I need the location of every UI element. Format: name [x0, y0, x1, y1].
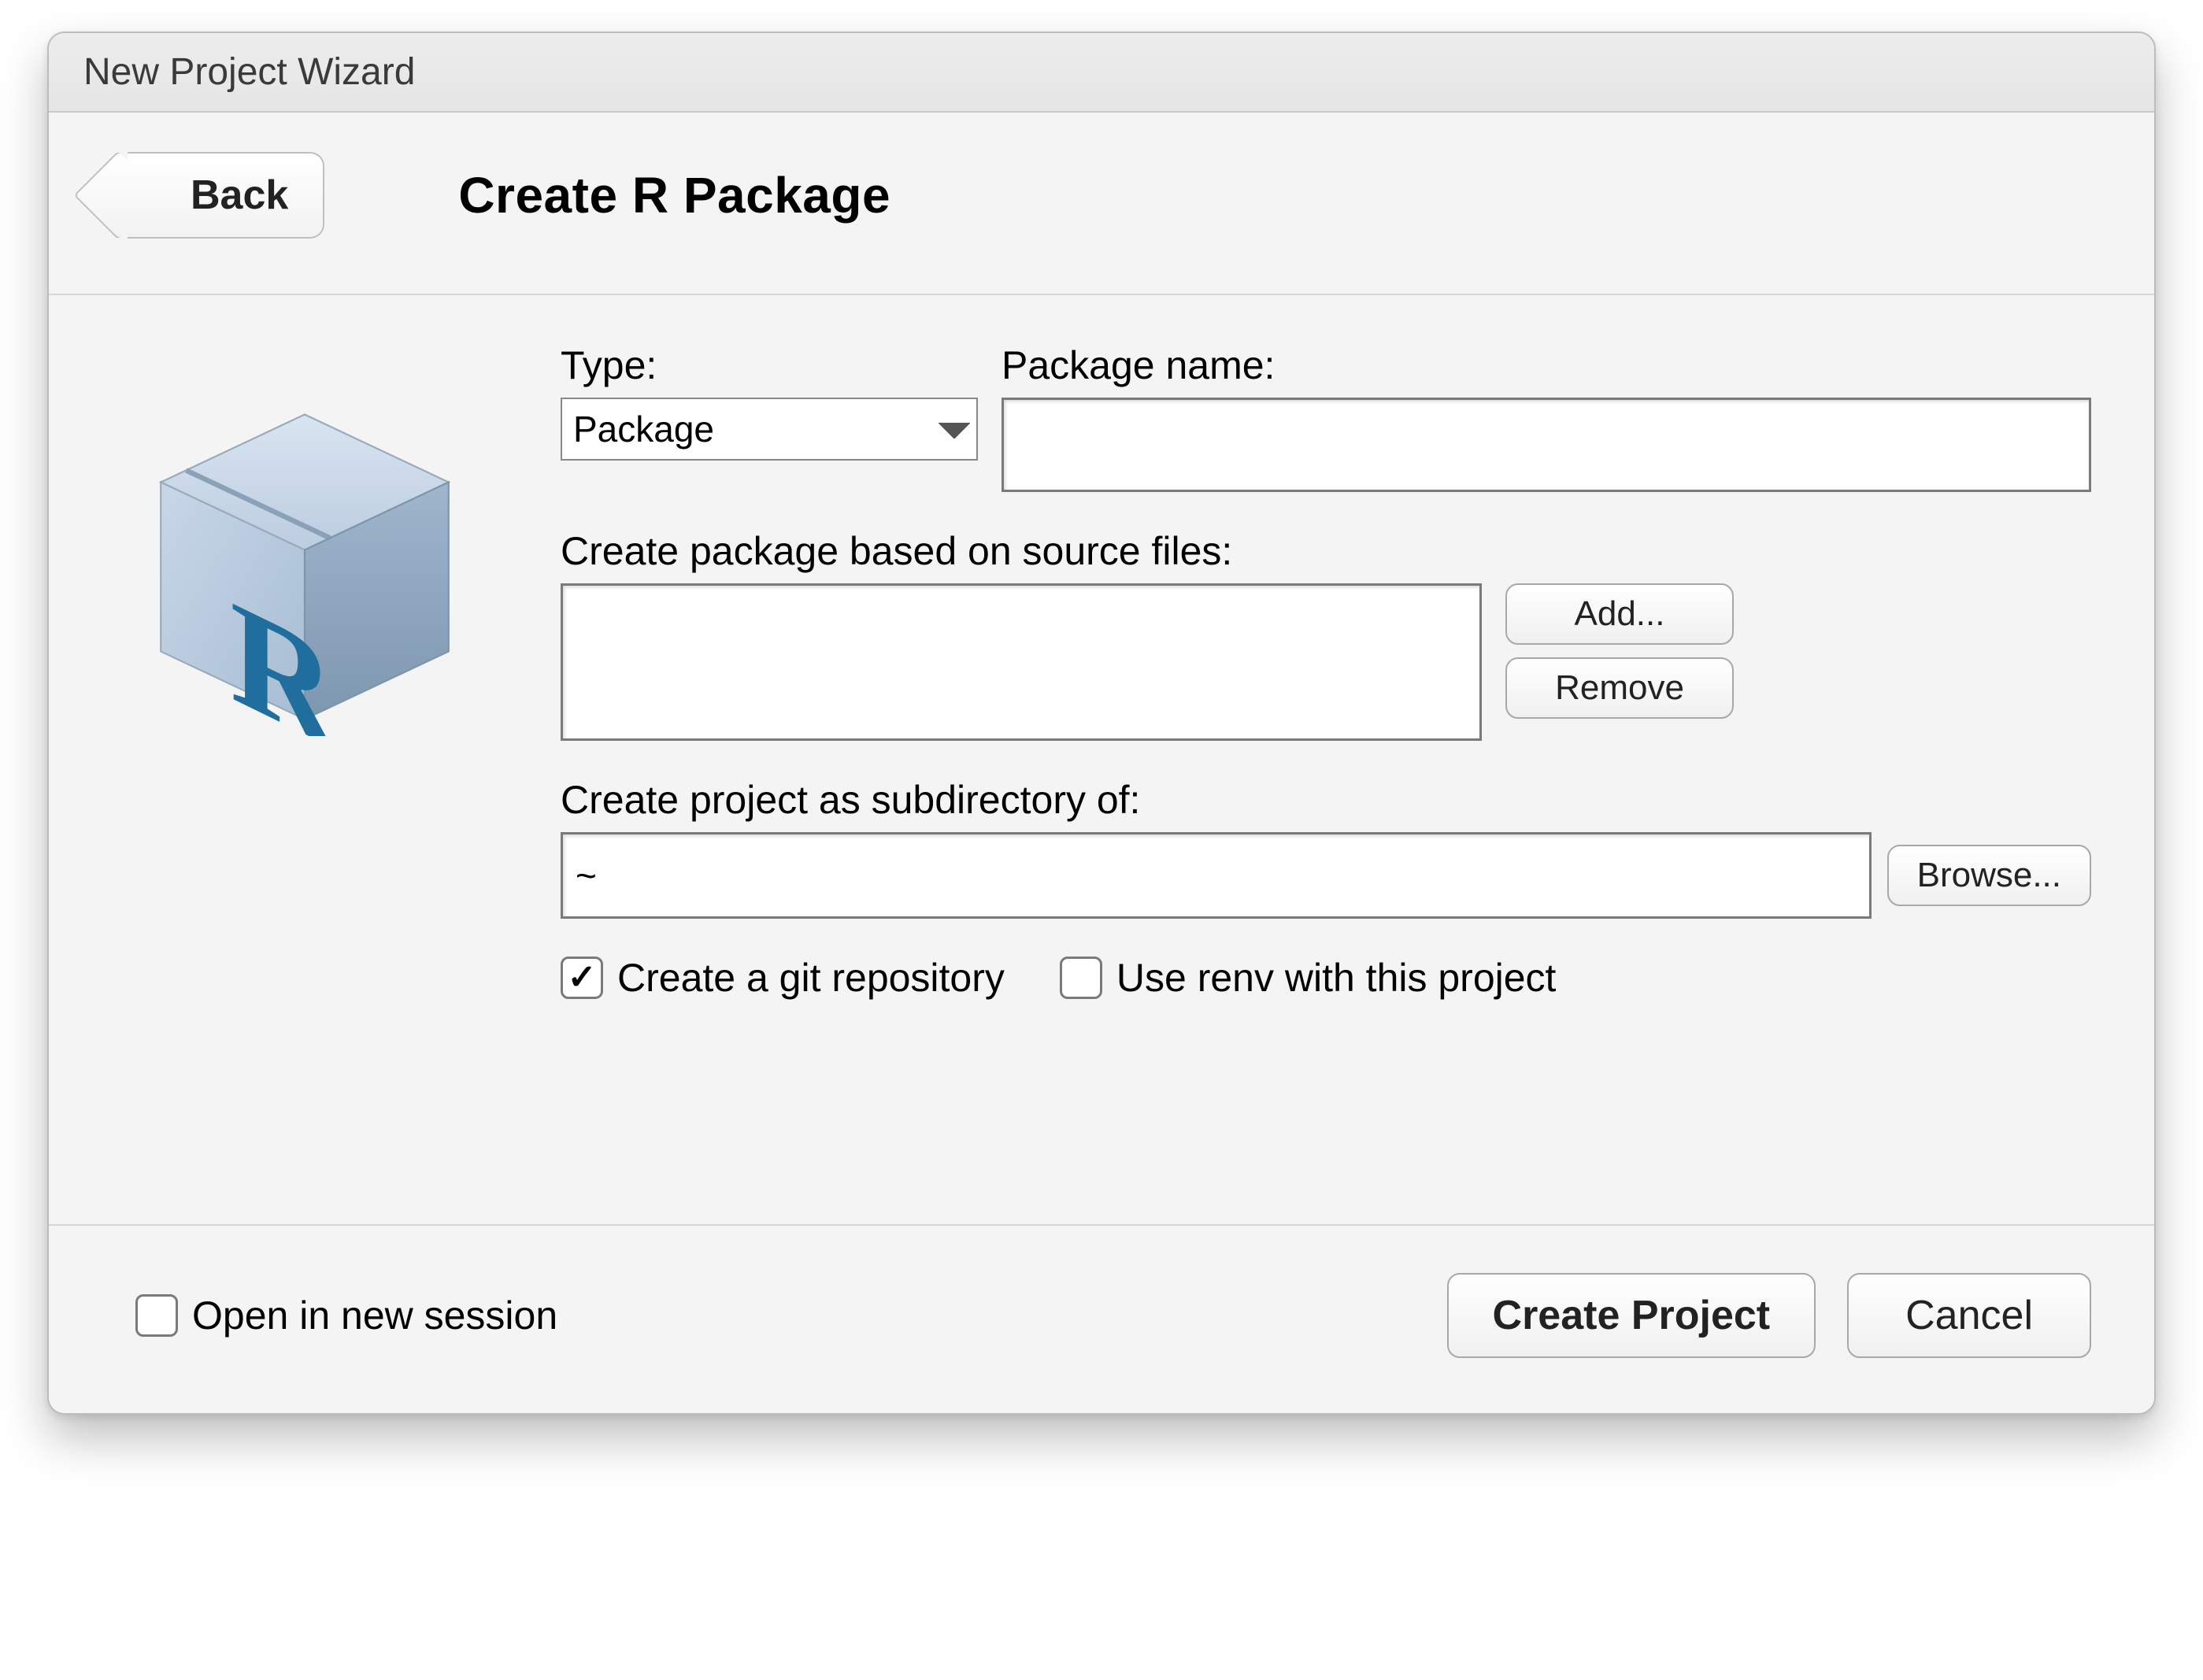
remove-source-label: Remove — [1555, 668, 1684, 707]
git-repository-checkbox[interactable]: Create a git repository — [561, 955, 1005, 1001]
package-name-input[interactable] — [1002, 398, 2091, 492]
create-project-label: Create Project — [1493, 1293, 1771, 1338]
use-renv-checkbox[interactable]: Use renv with this project — [1060, 955, 1557, 1001]
browse-button[interactable]: Browse... — [1887, 845, 2091, 906]
window-title: New Project Wizard — [49, 33, 2154, 113]
dialog-header: Back Create R Package — [49, 113, 2154, 295]
add-source-label: Add... — [1575, 594, 1665, 633]
checkbox-icon — [561, 957, 603, 999]
back-button-label: Back — [191, 172, 288, 219]
git-repository-label: Create a git repository — [617, 955, 1005, 1001]
new-project-wizard-dialog: New Project Wizard Back Create R Package — [47, 31, 2156, 1415]
dialog-body: R Type: Package Package name: — [49, 295, 2154, 1224]
r-package-box-icon: R — [135, 398, 474, 736]
create-project-button[interactable]: Create Project — [1447, 1273, 1816, 1358]
add-source-button[interactable]: Add... — [1505, 583, 1734, 645]
source-files-list[interactable] — [561, 583, 1482, 741]
icon-column: R — [135, 342, 513, 1193]
dialog-footer: Open in new session Create Project Cance… — [49, 1224, 2154, 1413]
open-new-session-checkbox[interactable]: Open in new session — [135, 1293, 557, 1338]
page-title: Create R Package — [458, 166, 890, 224]
cancel-label: Cancel — [1905, 1293, 2033, 1338]
type-label: Type: — [561, 342, 978, 388]
source-files-label: Create package based on source files: — [561, 528, 2091, 574]
type-select[interactable]: Package — [561, 398, 978, 461]
checkbox-icon — [135, 1294, 178, 1337]
form-column: Type: Package Package name: Create packa… — [561, 342, 2091, 1193]
checkbox-icon — [1060, 957, 1102, 999]
remove-source-button[interactable]: Remove — [1505, 657, 1734, 719]
subdirectory-input[interactable] — [561, 832, 1872, 919]
package-name-label: Package name: — [1002, 342, 2091, 388]
browse-button-label: Browse... — [1917, 856, 2061, 894]
window-title-text: New Project Wizard — [83, 51, 415, 93]
open-new-session-label: Open in new session — [192, 1293, 557, 1338]
subdirectory-label: Create project as subdirectory of: — [561, 777, 2091, 823]
use-renv-label: Use renv with this project — [1116, 955, 1557, 1001]
cancel-button[interactable]: Cancel — [1847, 1273, 2091, 1358]
back-button[interactable]: Back — [128, 152, 324, 239]
